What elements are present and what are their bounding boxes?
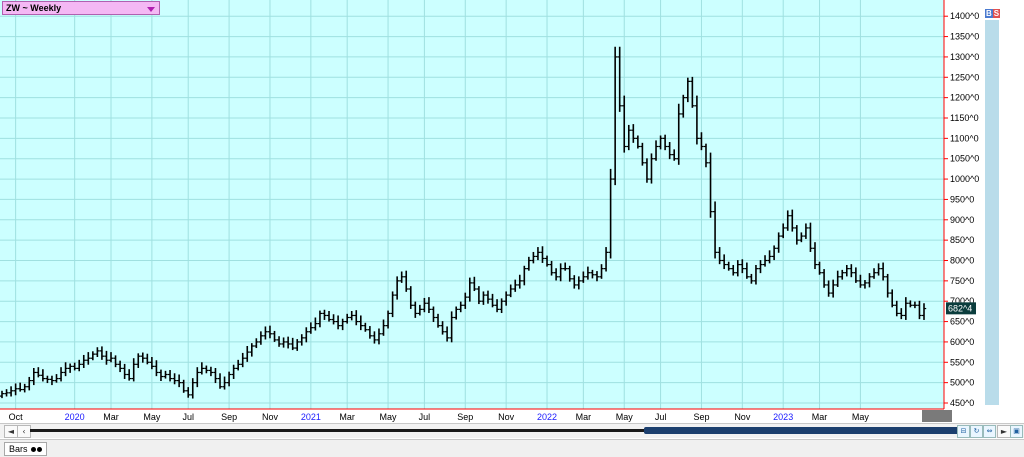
bars-link-icon: [31, 447, 37, 452]
y-tick-label: 900^0: [950, 215, 974, 225]
last-price-value: 682^4: [948, 303, 972, 313]
x-tick-label: Sep: [457, 412, 473, 422]
x-tick-label: May: [616, 412, 634, 422]
y-tick-label: 1000^0: [950, 174, 979, 184]
zoom-tool-icon[interactable]: ⊟: [957, 425, 970, 438]
buy-sell-badge[interactable]: BS: [985, 9, 1001, 18]
scroll-thumb[interactable]: [644, 427, 994, 434]
x-tick-label: Jul: [419, 412, 431, 422]
y-tick-label: 800^0: [950, 256, 974, 266]
left-step-icon: ‹: [22, 427, 26, 436]
x-tick-label: May: [380, 412, 398, 422]
buy-badge[interactable]: B: [985, 9, 993, 18]
y-tick-label: 1100^0: [950, 133, 979, 143]
x-tick-label: 2020: [65, 412, 85, 422]
x-tick-label: May: [852, 412, 870, 422]
time-axis-end-marker: [922, 410, 952, 422]
scroll-left-button[interactable]: ◄: [4, 425, 18, 438]
x-axis-ticks: Oct 2020 Mar May Jul Sep Nov 2021 Mar May Jul Sep No…: [9, 412, 870, 422]
status-bar: Bars: [0, 439, 1024, 457]
y-tick-label: 1250^0: [950, 72, 979, 82]
y-tick-label: 850^0: [950, 235, 974, 245]
symbol-label: ZW ~ Weekly: [6, 3, 62, 13]
sell-badge[interactable]: S: [992, 9, 1001, 18]
y-tick-label: 650^0: [950, 317, 974, 327]
x-tick-label: Nov: [498, 412, 515, 422]
x-tick-label: Jul: [655, 412, 667, 422]
y-tick-label: 950^0: [950, 194, 974, 204]
horizontal-scrollbar[interactable]: ◄ ‹ ► ⊟ ↻ ⇔ ▣: [0, 423, 1024, 438]
x-tick-label: Sep: [221, 412, 237, 422]
scroll-right-button[interactable]: ►: [997, 425, 1011, 438]
y-tick-label: 1150^0: [950, 113, 979, 123]
link-tool-icon[interactable]: ⇔: [983, 425, 996, 438]
price-chart: 450^0500^0550^0600^0650^0700^0750^0800^0…: [0, 0, 1024, 422]
y-tick-label: 1350^0: [950, 32, 979, 42]
y-tick-label: 1400^0: [950, 11, 979, 21]
bars-tab-label: Bars: [9, 444, 28, 454]
right-arrow-icon: ►: [1000, 427, 1008, 436]
x-tick-label: Nov: [262, 412, 279, 422]
x-tick-label: Mar: [576, 412, 592, 422]
last-price-label: 682^4: [946, 302, 976, 315]
y-tick-label: 1300^0: [950, 52, 979, 62]
y-tick-label: 450^0: [950, 398, 974, 408]
refresh-tool-icon[interactable]: ↻: [970, 425, 983, 438]
y-tick-label: 750^0: [950, 276, 974, 286]
bars-tab[interactable]: Bars: [4, 442, 48, 456]
x-tick-label: 2022: [537, 412, 557, 422]
scroll-left-step-button[interactable]: ‹: [17, 425, 31, 438]
y-tick-label: 1050^0: [950, 154, 979, 164]
plot-area-background: [0, 0, 944, 409]
x-tick-label: 2023: [773, 412, 793, 422]
y-tick-label: 550^0: [950, 357, 974, 367]
x-tick-label: Mar: [812, 412, 828, 422]
x-tick-label: Mar: [339, 412, 355, 422]
x-tick-label: Mar: [103, 412, 119, 422]
y-tick-label: 500^0: [950, 378, 974, 388]
settings-tool-icon[interactable]: ▣: [1010, 425, 1023, 438]
x-tick-label: Sep: [693, 412, 709, 422]
y-tick-label: 1200^0: [950, 93, 979, 103]
x-tick-label: Jul: [182, 412, 194, 422]
x-tick-label: Nov: [734, 412, 751, 422]
x-tick-label: Oct: [9, 412, 24, 422]
x-tick-label: 2021: [301, 412, 321, 422]
left-arrow-icon: ◄: [7, 427, 15, 436]
bars-link-icon-2: [37, 447, 43, 452]
symbol-selector[interactable]: ZW ~ Weekly: [2, 1, 160, 15]
x-tick-label: May: [143, 412, 161, 422]
y-tick-label: 600^0: [950, 337, 974, 347]
right-side-panel: [985, 20, 999, 405]
dropdown-arrow-icon[interactable]: [147, 7, 155, 12]
